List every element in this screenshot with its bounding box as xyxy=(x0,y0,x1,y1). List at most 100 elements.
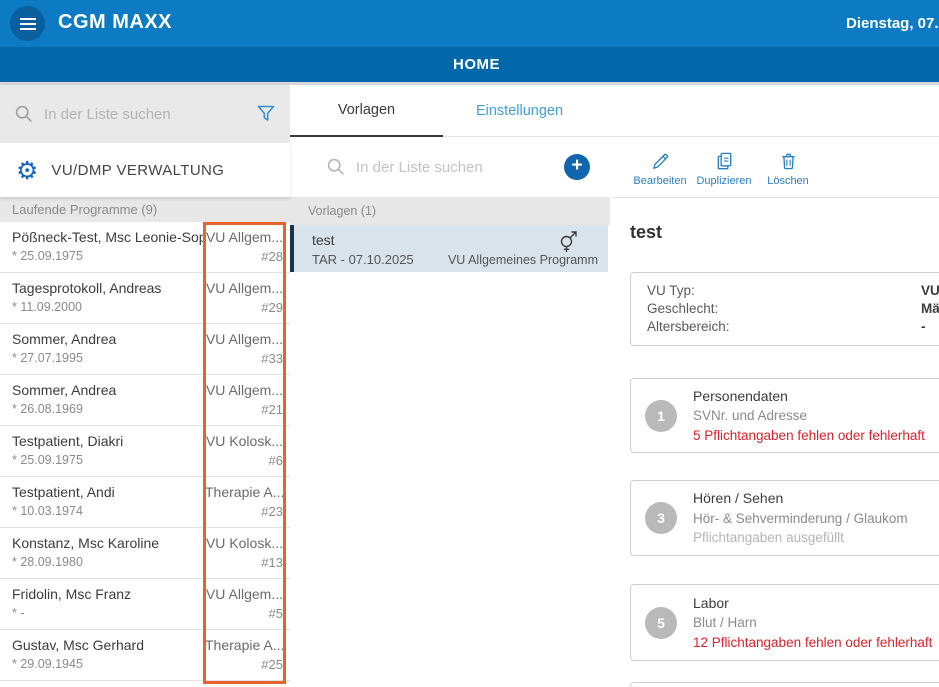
patient-name: Pößneck-Test, Msc Leonie-Sophie xyxy=(12,229,205,245)
section-number-badge: 5 xyxy=(645,607,677,639)
section-title: Personendaten xyxy=(693,386,925,406)
edit-button-label: Bearbeiten xyxy=(633,175,686,187)
patient-row[interactable]: Pößneck-Test, Msc Leonie-Sophie * 25.09.1… xyxy=(0,222,290,273)
patient-program: VU Allgem... xyxy=(205,382,283,398)
info-label: VU Typ: xyxy=(647,283,695,298)
info-value: VU xyxy=(921,283,939,298)
patient-name: Fridolin, Msc Franz xyxy=(12,586,205,602)
section-status: Pflichtangaben ausgefüllt xyxy=(693,528,908,548)
patient-program: VU Allgem... xyxy=(205,331,283,347)
patient-dob: * 27.07.1995 xyxy=(12,351,205,365)
patient-name: Testpatient, Diakri xyxy=(12,433,205,449)
pencil-icon xyxy=(650,151,671,172)
detail-title: test xyxy=(630,222,662,243)
templates-panel: + Vorlagen (1) test TAR - 07.10.2025 VU … xyxy=(290,137,610,687)
patient-number: #33 xyxy=(205,351,283,366)
gear-icon: ⚙ xyxy=(16,158,38,183)
section-subtitle: SVNr. und Adresse xyxy=(693,406,925,426)
patient-dob: * 25.09.1975 xyxy=(12,453,205,467)
template-info-card: VU Typ: VU Geschlecht: Mä Altersbereich: - xyxy=(630,272,939,346)
hamburger-menu-button[interactable] xyxy=(10,6,45,41)
template-list-item-selected[interactable]: test TAR - 07.10.2025 VU Allgemeines Pro… xyxy=(290,225,608,272)
section-title: Labor xyxy=(693,593,932,613)
patient-number: #5 xyxy=(205,606,283,621)
delete-button[interactable]: Löschen xyxy=(758,137,818,197)
section-subtitle: Blut / Harn xyxy=(693,613,932,633)
duplicate-button-label: Duplizieren xyxy=(696,175,751,187)
info-value: - xyxy=(921,319,926,334)
app-title: CGM MAXX xyxy=(58,11,172,34)
hamburger-icon xyxy=(20,18,36,20)
patient-name: Tagesprotokoll, Andreas xyxy=(12,280,205,296)
info-label: Geschlecht: xyxy=(647,301,718,316)
templates-search-input[interactable] xyxy=(356,159,564,176)
patient-row[interactable]: Fridolin, Msc Franz * - VU Allgem... #5 xyxy=(0,579,290,630)
patient-program: VU Kolosk... xyxy=(205,535,283,551)
patient-number: #6 xyxy=(205,453,283,468)
search-icon xyxy=(326,157,346,177)
patient-row[interactable]: Konstanz, Msc Karoline * 28.09.1980 VU Ko… xyxy=(0,528,290,579)
edit-button[interactable]: Bearbeiten xyxy=(630,137,690,197)
patient-name: Sommer, Andrea xyxy=(12,382,205,398)
module-header[interactable]: ⚙ VU/DMP VERWALTUNG xyxy=(0,143,290,197)
patient-row[interactable]: Gustav, Msc Gerhard * 29.09.1945 Therapie… xyxy=(0,630,290,681)
patient-program: Therapie A... xyxy=(205,637,283,653)
toolbar-divider xyxy=(613,197,939,198)
section-card-personendaten[interactable]: 1 Personendaten SVNr. und Adresse 5 Pfli… xyxy=(630,378,939,453)
patient-number: #23 xyxy=(205,504,283,519)
patient-name: Konstanz, Msc Karoline xyxy=(12,535,205,551)
patient-dob: * - xyxy=(12,606,205,620)
section-number-badge: 3 xyxy=(645,502,677,534)
patient-number: #28 xyxy=(205,249,283,264)
section-status: 5 Pflichtangaben fehlen oder fehlerhaft xyxy=(693,426,925,446)
patient-row[interactable]: Sommer, Andrea* 26.08.1969 VU Allgem...#… xyxy=(0,375,290,426)
tab-vorlagen[interactable]: Vorlagen xyxy=(290,85,443,137)
patient-program: VU Allgem... xyxy=(205,280,283,296)
section-status: 12 Pflichtangaben fehlen oder fehlerhaft xyxy=(693,633,932,653)
patient-number: #29 xyxy=(205,300,283,315)
add-template-button[interactable]: + xyxy=(564,154,590,180)
template-program: VU Allgemeines Programm xyxy=(448,253,598,267)
sidebar-search xyxy=(0,85,290,143)
patient-row[interactable]: Testpatient, Diakri* 25.09.1975 VU Kolos… xyxy=(0,426,290,477)
nav-home[interactable]: HOME xyxy=(0,47,939,82)
patient-dob: * 10.03.1974 xyxy=(12,504,205,518)
patient-dob: * 29.09.1945 xyxy=(12,657,205,671)
patient-name: Gustav, Msc Gerhard xyxy=(12,637,205,653)
detail-toolbar: Bearbeiten Duplizieren Löschen xyxy=(630,137,818,197)
tab-einstellungen[interactable]: Einstellungen xyxy=(443,85,596,137)
section-card-hoeren-sehen[interactable]: 3 Hören / Sehen Hör- & Sehverminderung /… xyxy=(630,480,939,556)
patient-row[interactable]: Testpatient, Andi * 10.03.1974 Therapie A… xyxy=(0,477,290,528)
patient-dob: * 28.09.1980 xyxy=(12,555,205,569)
sidebar-search-input[interactable] xyxy=(44,106,256,123)
patient-name: Testpatient, Andi xyxy=(12,484,205,500)
top-bar: CGM MAXX Dienstag, 07. Oktober xyxy=(0,0,939,47)
filter-icon[interactable] xyxy=(256,104,276,124)
trash-icon xyxy=(778,151,799,172)
section-card-partial[interactable] xyxy=(630,682,939,687)
patient-row[interactable]: Sommer, Andrea * 27.07.1995 VU Allgem... #… xyxy=(0,324,290,375)
app-window: CGM MAXX Dienstag, 07. Oktober HOME ⚙ VU… xyxy=(0,0,939,687)
section-title: Hören / Sehen xyxy=(693,488,908,508)
detail-panel: Bearbeiten Duplizieren Löschen test VU T… xyxy=(613,137,939,687)
module-label: VU/DMP VERWALTUNG xyxy=(51,162,224,179)
patient-list-header: Laufende Programme (9) xyxy=(0,197,290,222)
patient-program: Therapie A... xyxy=(205,484,283,500)
patient-row[interactable]: Tagesprotokoll, Andreas * 11.09.2000 VU A… xyxy=(0,273,290,324)
patient-program: VU Allgem... xyxy=(205,586,283,602)
section-card-labor[interactable]: 5 Labor Blut / Harn 12 Pflichtangaben fe… xyxy=(630,584,939,661)
patient-number: #13 xyxy=(205,555,283,570)
templates-search: + xyxy=(290,137,610,197)
tab-bar: Vorlagen Einstellungen xyxy=(290,85,939,137)
patient-program: VU Allgem... xyxy=(205,229,283,245)
info-value: Mä xyxy=(921,301,939,316)
patient-dob: * 25.09.1975 xyxy=(12,249,205,263)
templates-list-header: Vorlagen (1) xyxy=(290,197,610,225)
patient-number: #21 xyxy=(205,402,283,417)
patient-name: Sommer, Andrea xyxy=(12,331,205,347)
patient-sidebar: ⚙ VU/DMP VERWALTUNG Laufende Programme (… xyxy=(0,85,290,687)
duplicate-button[interactable]: Duplizieren xyxy=(694,137,754,197)
info-label: Altersbereich: xyxy=(647,319,730,334)
patient-number: #25 xyxy=(205,657,283,672)
patient-dob: * 11.09.2000 xyxy=(12,300,205,314)
